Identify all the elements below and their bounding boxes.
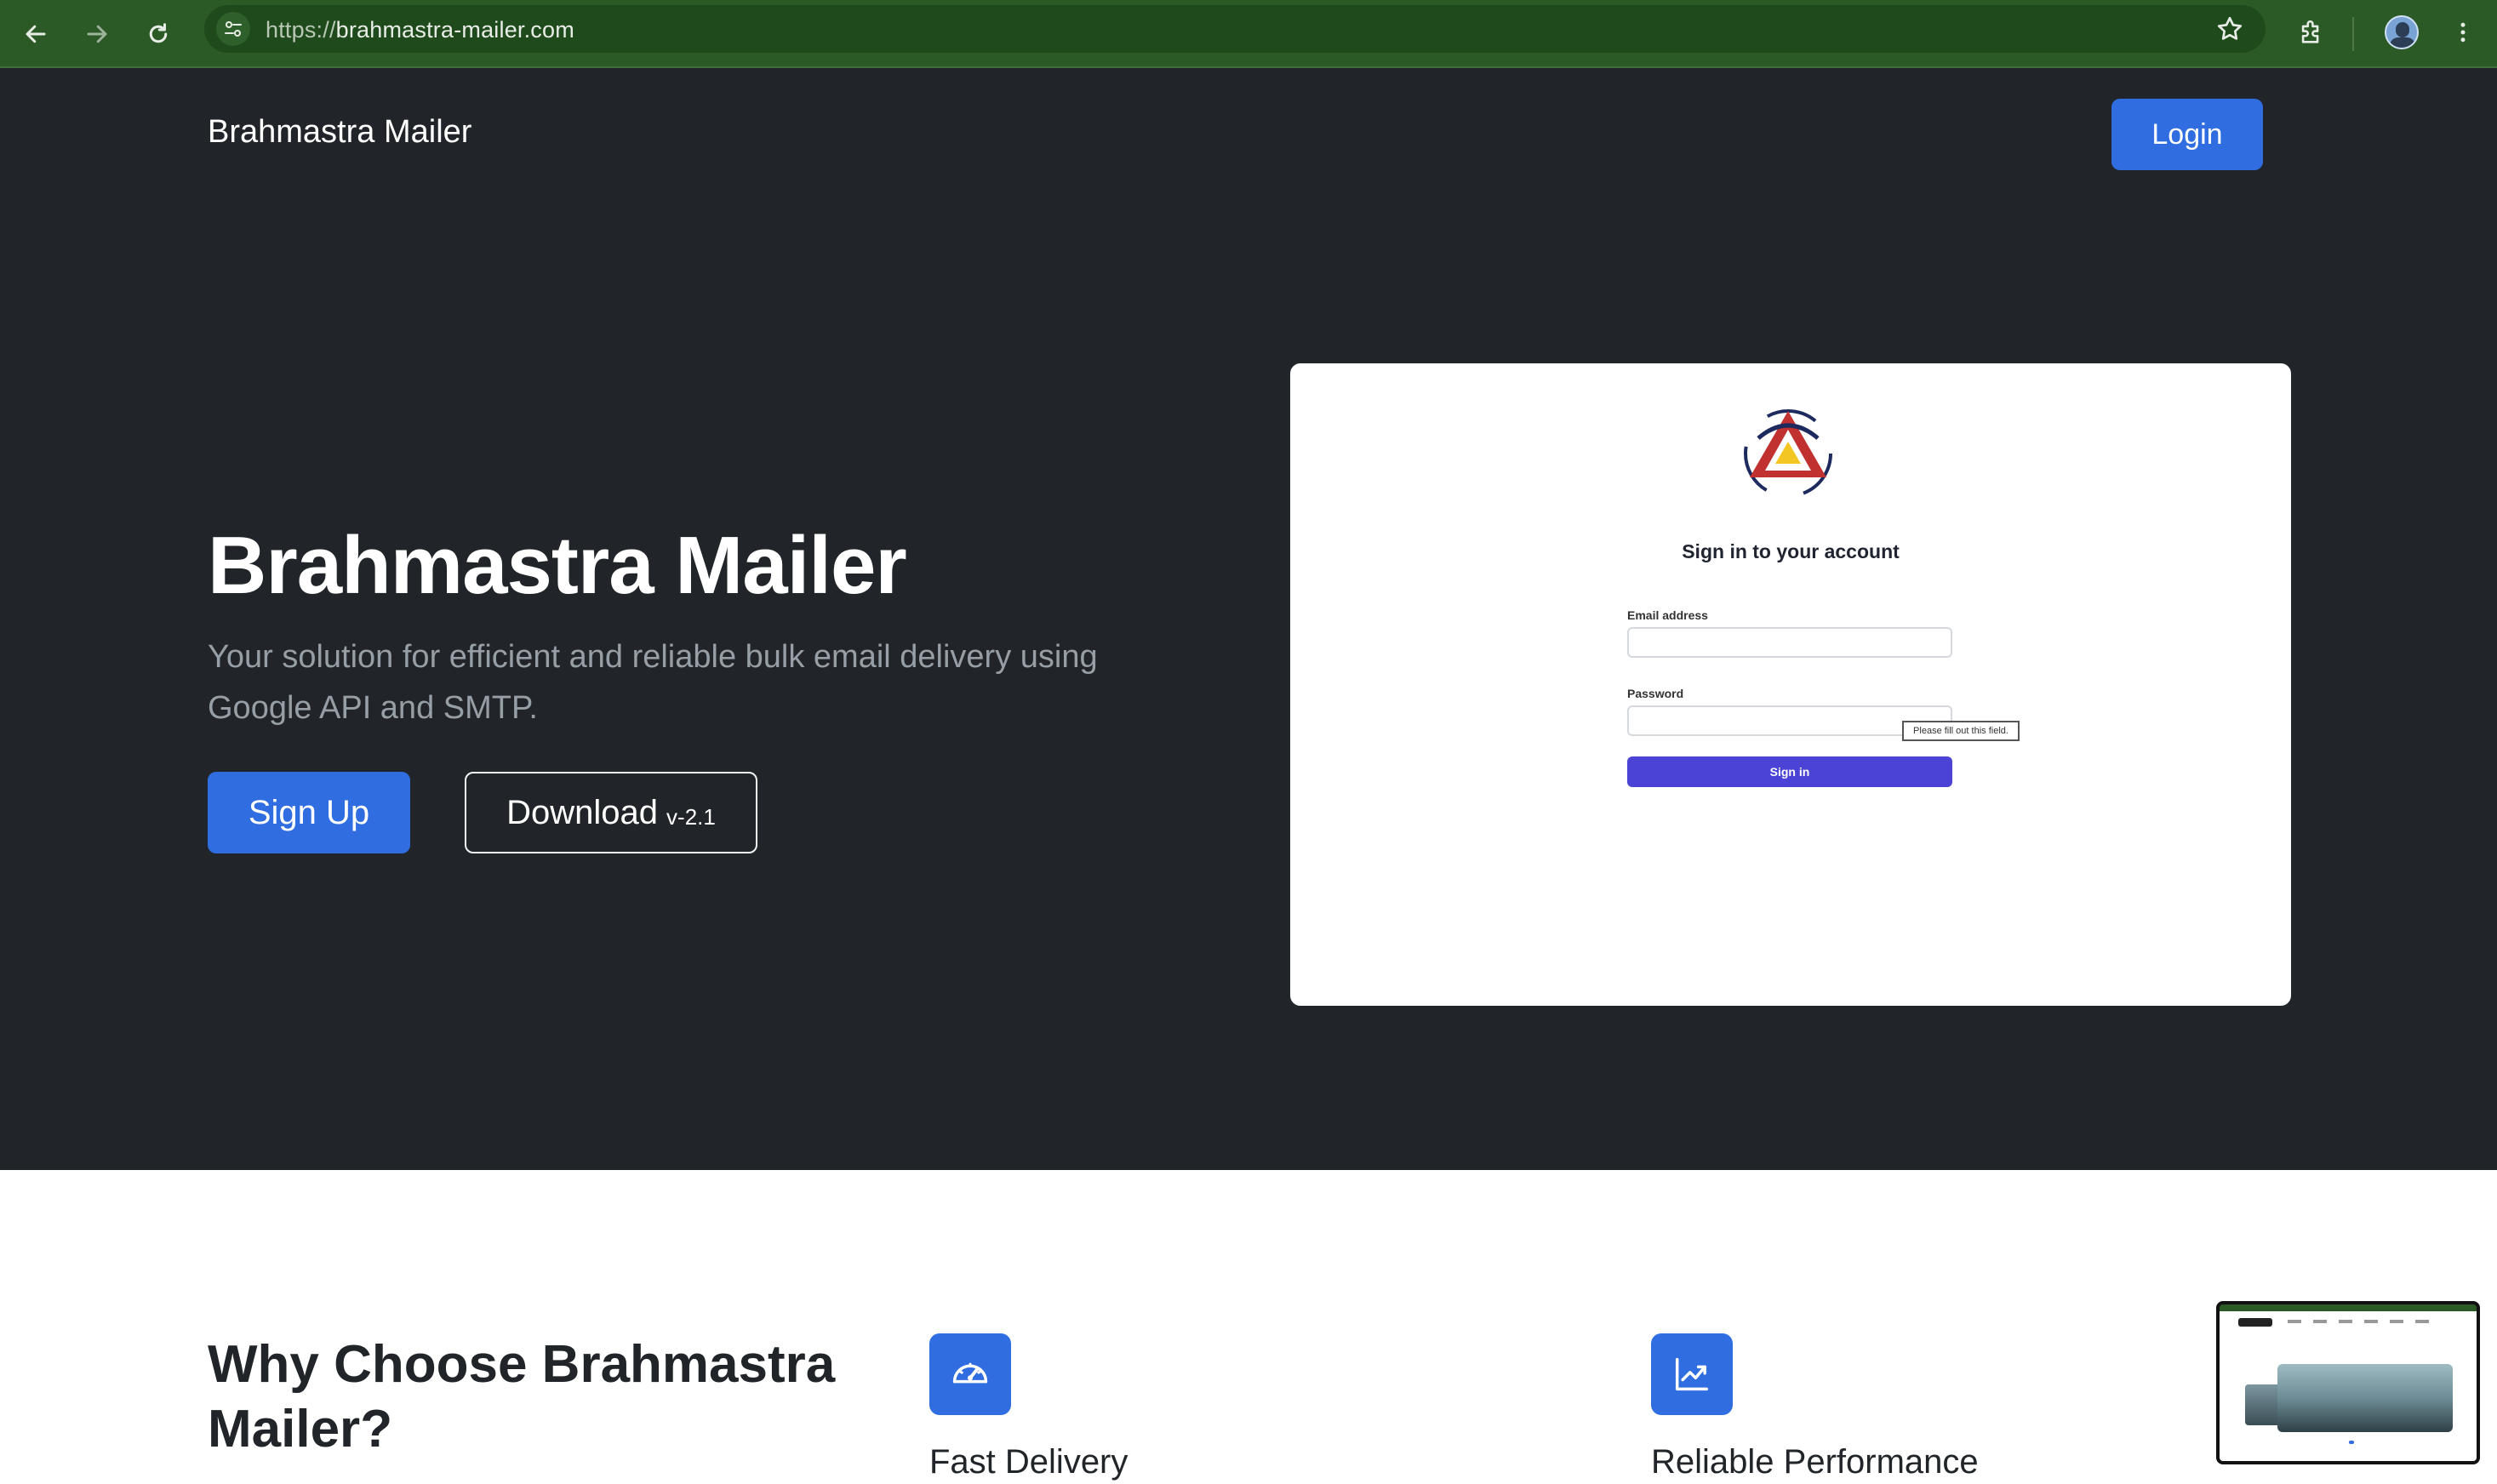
- download-label: Download: [506, 793, 659, 831]
- toolbar-divider: [2352, 17, 2354, 51]
- pip-nav-logo: [2238, 1318, 2272, 1327]
- profile-avatar[interactable]: [2380, 10, 2424, 54]
- picture-in-picture-thumbnail[interactable]: [2216, 1301, 2480, 1464]
- url-text: https://brahmastra-mailer.com: [266, 17, 574, 43]
- back-arrow-icon[interactable]: [14, 12, 58, 56]
- bookmark-star-icon[interactable]: [2214, 14, 2245, 49]
- url-host: brahmastra-mailer.com: [335, 17, 574, 43]
- preview-signin-button: Sign in: [1627, 756, 1952, 787]
- pip-nav-links: [2288, 1320, 2441, 1323]
- hero-title: Brahmastra Mailer: [208, 520, 907, 611]
- pip-image-mountain: [2277, 1364, 2453, 1432]
- reload-icon[interactable]: [136, 12, 180, 56]
- pip-carousel-dot: [2349, 1441, 2354, 1444]
- hero-subtitle: Your solution for efficient and reliable…: [208, 639, 1098, 726]
- signup-button[interactable]: Sign Up: [208, 772, 410, 853]
- preview-validation-tooltip: Please fill out this field.: [1902, 721, 2020, 741]
- app-preview-screenshot: Sign in to your account Email address Pa…: [1290, 363, 2291, 1006]
- site-settings-icon[interactable]: [216, 12, 250, 46]
- feature-fast-delivery: Fast Delivery: [929, 1443, 1129, 1481]
- features-title: Why Choose Brahmastra Mailer?: [208, 1335, 836, 1458]
- address-bar[interactable]: https://brahmastra-mailer.com: [204, 5, 2266, 53]
- hero-section: Brahmastra Mailer Login Brahmastra Maile…: [0, 68, 2497, 1170]
- preview-password-label: Password: [1627, 687, 1684, 700]
- preview-email-label: Email address: [1627, 608, 1708, 622]
- browser-toolbar: https://brahmastra-mailer.com: [0, 0, 2497, 68]
- extensions-icon[interactable]: [2289, 10, 2334, 54]
- login-button[interactable]: Login: [2111, 99, 2263, 170]
- speedometer-icon: [929, 1333, 1011, 1415]
- brahmastra-logo: [1744, 409, 1832, 498]
- trending-up-chart-icon: [1651, 1333, 1733, 1415]
- forward-arrow-icon[interactable]: [75, 12, 119, 56]
- preview-email-field: [1627, 627, 1952, 658]
- url-protocol: https://: [266, 17, 336, 43]
- avatar-image: [2385, 15, 2419, 49]
- kebab-menu-icon[interactable]: [2441, 10, 2485, 54]
- preview-title: Sign in to your account: [1682, 540, 1900, 562]
- download-version: v-2.1: [666, 803, 716, 830]
- navbar-brand[interactable]: Brahmastra Mailer: [208, 114, 471, 151]
- feature-reliable-performance: Reliable Performance: [1651, 1443, 1979, 1481]
- pip-toolbar: [2220, 1304, 2477, 1311]
- download-button[interactable]: Download v-2.1: [465, 772, 757, 853]
